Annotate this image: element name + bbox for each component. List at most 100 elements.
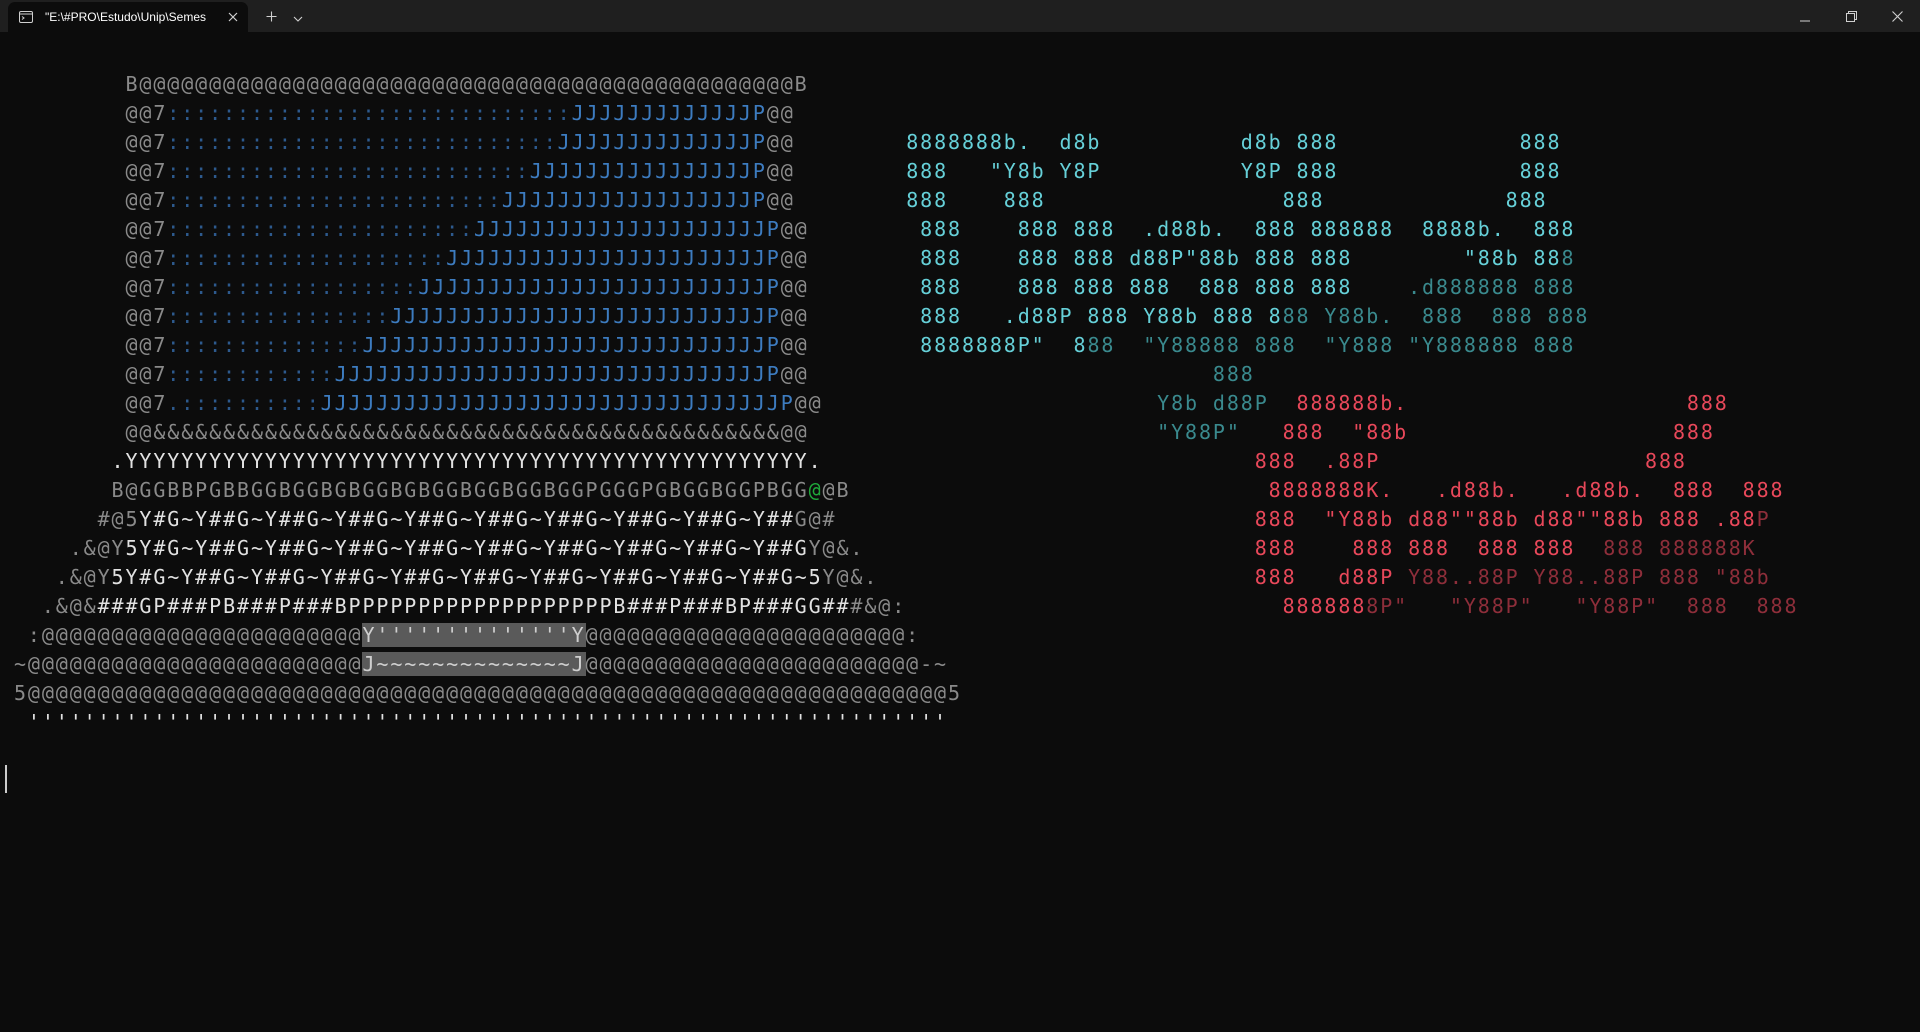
terminal-text-segment: 5@@@@@@@@@@@@@@@@@@@@@@@@@@@@@@@@@@@@@@@… [0,681,962,705]
terminal-text-segment: 888 .d88P 888 Y88b 888 8 [920,304,1283,328]
terminal-text-segment: :::::::::::::::::::::::::: [167,159,530,183]
terminal-text-segment: #@5 [0,507,140,531]
terminal-line: @@7::::::::::::::::::JJJJJJJJJJJJJJJJJJJ… [0,273,1575,302]
terminal-line: .&@Y5Y#G~Y##G~Y##G~Y##G~Y##G~Y##G~Y##G~Y… [0,563,1771,592]
restore-button[interactable] [1828,0,1874,32]
terminal-text-segment: 8888888b. d8b d8b 888 888 [906,130,1562,154]
terminal-text-segment: @@7 [0,391,168,415]
text-cursor [5,765,7,793]
terminal-text-segment: @@7 [0,130,168,154]
terminal-text-segment: :::::::::::::::: [167,304,391,328]
terminal-text-segment: ::::::::::::::::::::::::::::: [167,101,572,125]
terminal-text-segment: J~~~~~~~~~~~~~~J [362,652,586,676]
terminal-line: @@7::::::::::::::::JJJJJJJJJJJJJJJJJJJJJ… [0,302,1589,331]
terminal-text-segment: 888 888 888 .d88b. 888 888888 8888b. 888 [920,217,1576,241]
terminal-text-segment: JJJJJJJJJJJJJJJJJJJJJJJJJJJJJJJP [334,362,781,386]
terminal-line: .&@&###GP###PB###P###BPPPPPPPPPPPPPPPPPP… [0,592,1798,621]
terminal-text-segment: JJJJJJJJJJJJJJJJJJJJJJJJJJJP [390,304,781,328]
terminal-text-segment: ###GP###PB###P###BPPPPPPPPPPPPPPPPPPPB##… [97,594,851,618]
terminal-text-segment: @@7 [0,362,168,386]
terminal-text-segment: JJJJJJJJJJJJJJJJJJJJJJJJJP [418,275,781,299]
terminal-text-segment: Y8b d88P [934,391,1297,415]
terminal-line: B@@@@@@@@@@@@@@@@@@@@@@@@@@@@@@@@@@@@@@@… [0,70,809,99]
terminal-text-segment: 888 888 888 888 888 888 888 [920,275,1409,299]
terminal-text-segment: .:::::::::: [167,391,321,415]
terminal-text-segment: @@ [766,188,795,212]
terminal-line: .&@Y5Y#G~Y##G~Y##G~Y##G~Y##G~Y##G~Y##G~Y… [0,534,1757,563]
terminal-text-segment: Y''''''''''''''Y [362,623,586,647]
restore-icon [1845,7,1857,26]
terminal-text-segment: @@@@@@@@@@@@@@@@@@@@@@@: [585,623,921,647]
terminal-text-segment: Y#G~Y##G~Y##G~Y##G~Y##G~Y##G~Y##G~Y##G~Y… [139,507,795,531]
terminal-text-segment: 8 [1561,246,1576,270]
terminal-text-segment: Y@&. [808,536,865,560]
terminal-line: @@7::::::::::::::::::::::JJJJJJJJJJJJJJJ… [0,215,1575,244]
terminal-text-segment: @@ [766,130,795,154]
terminal-text-segment: B@GGBBPGBBGGBGGBGBGGBGBGGBGGBGGBGGPGGGPG… [0,478,809,502]
close-window-button[interactable] [1874,0,1920,32]
terminal-text-segment: @@@@@@@@@@@@@@@@@@@@@@@@-~ [585,652,948,676]
terminal-text-segment: @@7 [0,333,168,357]
terminal-line: @@&&&&&&&&&&&&&&&&&&&&&&&&&&&&&&&&&&&&&&… [0,418,1715,447]
terminal-text-segment: 888 "Y8b Y8P Y8P 888 888 [906,159,1562,183]
terminal-text-segment: 888 d88P [1254,565,1409,589]
terminal-text-segment: 5Y#G~Y##G~Y##G~Y##G~Y##G~Y##G~Y##G~Y##G~… [125,536,809,560]
terminal-line: B@GGBBPGBBGGBGGBGBGGBGBGGBGGBGGBGGPGGGPG… [0,476,1785,505]
terminal-text-segment: 5Y#G~Y##G~Y##G~Y##G~Y##G~Y##G~Y##G~Y##G~… [111,565,823,589]
terminal-text-segment: .d888888 888 [1408,275,1576,299]
terminal-text-segment: 88 "Y88888 888 "Y888 "Y888888 888 [1087,333,1576,357]
terminal-text-segment: .&@Y [0,565,112,589]
terminal-text-segment: 888 888 888 888 [906,188,1548,212]
terminal-text-segment: #&@: [850,594,907,618]
terminal-text-segment: 8P" "Y88P" "Y88P" 888 888 [1366,594,1799,618]
close-icon[interactable] [225,9,241,25]
terminal-text-segment: 888888 [1282,594,1367,618]
terminal-text-segment: JJJJJJJJJJJJJJJJJJJJJJJJJJJJJP [362,333,781,357]
terminal-text-segment: :::::::::::::::::::::::: [167,188,502,212]
terminal-text-segment: @@ [780,304,809,328]
new-tab-button[interactable] [256,0,286,32]
terminal-text-segment: JJJJJJJJJJJJJJJJJJJJJP [474,217,781,241]
terminal-text-segment: :::::::::::::::::: [167,275,419,299]
terminal-line: @@7::::::::::::JJJJJJJJJJJJJJJJJJJJJJJJJ… [0,360,1255,389]
terminal-text-segment: :::::::::::::::::::::::::::: [167,130,558,154]
terminal-text-segment: :@@@@@@@@@@@@@@@@@@@@@@@ [0,623,363,647]
title-bar: "E:\#PRO\Estudo\Unip\Semes [0,0,1920,32]
terminal-text-segment: @@ [780,217,809,241]
terminal-tab[interactable]: "E:\#PRO\Estudo\Unip\Semes [8,2,248,32]
terminal-text-segment: @@7 [0,101,168,125]
terminal-text-segment: .&@& [0,594,98,618]
terminal-text-segment: @@ [780,246,809,270]
terminal-text-segment: 88 Y88b. 888 888 888 [1282,304,1590,328]
terminal-text-segment: @@ [794,391,823,415]
terminal-text-segment: 888 888 888 888 888 [1254,536,1590,560]
terminal-text-segment: .&@Y [0,536,126,560]
terminal-line: @@7::::::::::::::::::::::::JJJJJJJJJJJJJ… [0,186,1548,215]
terminal-text-segment: .YYYYYYYYYYYYYYYYYYYYYYYYYYYYYYYYYYYYYYY… [0,449,823,473]
terminal-text-segment: 8888888K. .d88b. .d88b. 888 888 [1268,478,1785,502]
terminal-line: 5@@@@@@@@@@@@@@@@@@@@@@@@@@@@@@@@@@@@@@@… [0,679,962,708]
tab-dropdown-button[interactable] [286,0,310,32]
terminal-text-segment: :::::::::::::: [167,333,363,357]
terminal-text-segment: 888888b. 888 [1296,391,1729,415]
terminal-icon [19,10,33,24]
minimize-button[interactable] [1782,0,1828,32]
terminal-text-segment: @@7 [0,246,168,270]
terminal-line: #@5Y#G~Y##G~Y##G~Y##G~Y##G~Y##G~Y##G~Y##… [0,505,1771,534]
terminal-line: .YYYYYYYYYYYYYYYYYYYYYYYYYYYYYYYYYYYYYYY… [0,447,1687,476]
terminal-text-segment: P [1756,507,1771,531]
terminal-output[interactable]: B@@@@@@@@@@@@@@@@@@@@@@@@@@@@@@@@@@@@@@@… [0,32,1920,1032]
